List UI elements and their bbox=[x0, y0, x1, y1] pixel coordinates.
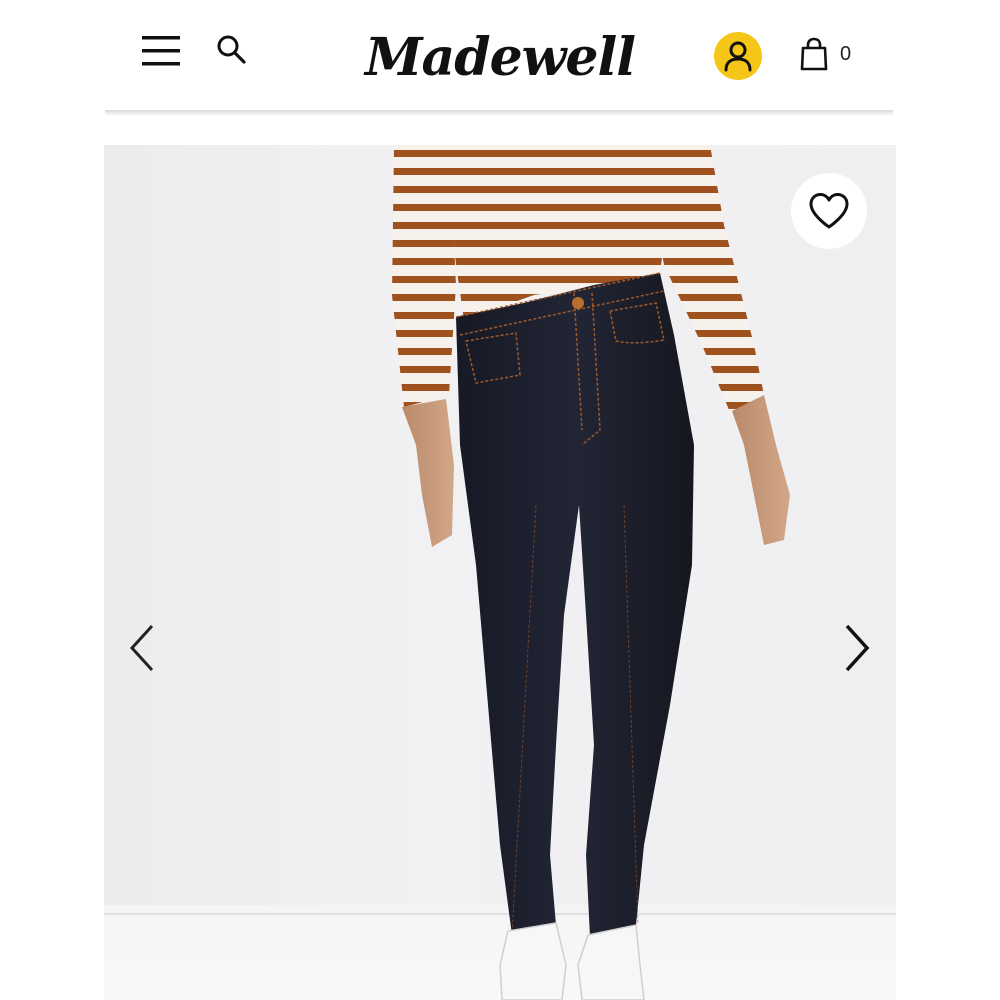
previous-image-button[interactable] bbox=[126, 620, 162, 676]
header-divider bbox=[105, 110, 893, 116]
madewell-logo[interactable]: Madewell bbox=[365, 22, 636, 92]
search-icon bbox=[217, 35, 246, 64]
hamburger-menu-icon bbox=[142, 36, 180, 66]
shopping-bag-icon bbox=[800, 37, 828, 71]
cart-count: 0 bbox=[840, 42, 852, 65]
chevron-left-icon bbox=[129, 624, 154, 672]
heart-outline-icon bbox=[809, 193, 849, 229]
product-image-gallery[interactable] bbox=[104, 145, 896, 1000]
menu-button[interactable] bbox=[141, 30, 183, 72]
next-image-button[interactable] bbox=[839, 620, 875, 676]
site-header: Madewell 0 bbox=[105, 0, 893, 112]
search-button[interactable] bbox=[215, 33, 249, 67]
user-icon bbox=[724, 41, 752, 72]
favorite-button[interactable] bbox=[791, 173, 867, 249]
product-photo-jeans bbox=[392, 145, 790, 1000]
cart-button[interactable]: 0 bbox=[800, 35, 860, 73]
chevron-right-icon bbox=[845, 624, 870, 672]
account-button[interactable] bbox=[714, 32, 762, 80]
